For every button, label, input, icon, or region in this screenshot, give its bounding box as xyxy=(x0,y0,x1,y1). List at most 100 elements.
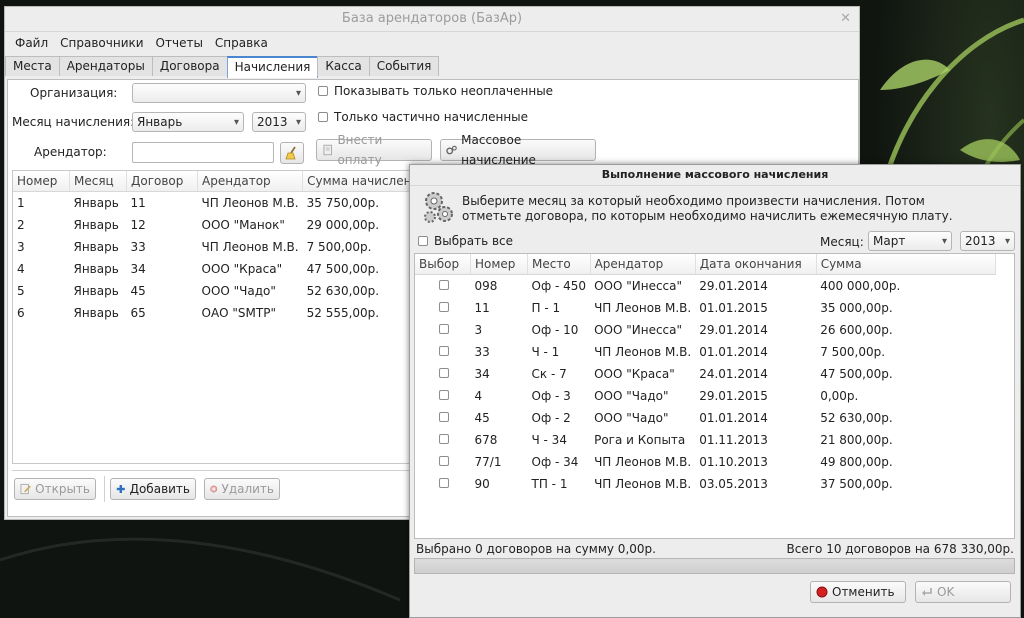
table-cell: 01.01.2014 xyxy=(699,345,768,359)
month-label: Месяц начисления: xyxy=(12,115,135,129)
column-header-contract[interactable]: Договор xyxy=(126,171,198,192)
table-row[interactable]: 33 Ч - 1 ЧП Леонов М.В. 01.01.2014 7 500,00р… xyxy=(415,341,995,363)
table-cell: П - 1 xyxy=(531,301,561,315)
column-header-tenant[interactable]: Арендатор xyxy=(197,171,304,192)
table-row[interactable]: 4 Январь 34 ООО "Краса" 47 500,00р. xyxy=(13,258,472,280)
progress-bar xyxy=(414,558,1015,574)
cancel-button[interactable]: Отменить xyxy=(810,581,906,603)
table-row[interactable]: 5 Январь 45 ООО "Чадо" 52 630,00р. xyxy=(13,280,472,302)
menu-references[interactable]: Справочники xyxy=(60,36,143,50)
table-cell: 11 xyxy=(130,196,146,210)
dialog-month-combo[interactable]: Март ▾ xyxy=(868,231,952,251)
column-header-number[interactable]: Номер xyxy=(470,254,528,275)
table-row[interactable]: 4 Оф - 3 ООО "Чадо" 29.01.2015 0,00р. xyxy=(415,385,995,407)
open-button[interactable]: Открыть xyxy=(14,478,96,500)
table-row[interactable]: 6 Январь 65 ОАО "SMTP" 52 555,00р. xyxy=(13,302,472,324)
row-checkbox[interactable] xyxy=(439,434,449,444)
month-value: Январь xyxy=(137,115,183,129)
add-button[interactable]: Добавить xyxy=(110,478,196,500)
table-row[interactable]: 11 П - 1 ЧП Леонов М.В. 01.01.2015 35 000,00… xyxy=(415,297,995,319)
dialog-info-line1: Выберите месяц за который необходимо про… xyxy=(462,194,925,208)
checkbox-box[interactable] xyxy=(418,236,428,246)
table-cell: ООО "Инесса" xyxy=(594,279,683,293)
delete-button[interactable]: Удалить xyxy=(204,478,280,500)
main-window-title: База арендаторов (БазАр) xyxy=(341,11,523,26)
table-cell: Оф - 2 xyxy=(531,411,571,425)
row-checkbox[interactable] xyxy=(439,346,449,356)
select-all-checkbox[interactable]: Выбрать все xyxy=(418,234,513,248)
column-header-tenant[interactable]: Арендатор xyxy=(590,254,696,275)
tab-cashbox[interactable]: Касса xyxy=(317,56,370,76)
table-cell: Оф - 10 xyxy=(531,323,579,337)
column-header-number[interactable]: Номер xyxy=(13,171,70,192)
table-row[interactable]: 77/1 Оф - 34 ЧП Леонов М.В. 01.10.2013 49 80… xyxy=(415,451,995,473)
tab-contracts[interactable]: Договора xyxy=(151,56,228,76)
main-window-titlebar[interactable]: База арендаторов (БазАр) ✕ xyxy=(5,7,859,32)
tenant-input[interactable] xyxy=(132,142,274,163)
column-header-end-date[interactable]: Дата окончания xyxy=(695,254,817,275)
column-header-place[interactable]: Место xyxy=(527,254,591,275)
table-cell: 01.01.2014 xyxy=(699,411,768,425)
row-checkbox-cell xyxy=(415,429,471,451)
row-checkbox-cell xyxy=(415,451,471,473)
table-row[interactable]: 34 Ск - 7 ООО "Краса" 24.01.2014 47 500,00р. xyxy=(415,363,995,385)
menu-file[interactable]: Файл xyxy=(15,36,48,50)
table-cell: 2 xyxy=(17,218,25,232)
table-row[interactable]: 098 Оф - 450 ООО "Инесса" 29.01.2014 400 000… xyxy=(415,275,995,298)
row-checkbox[interactable] xyxy=(439,478,449,488)
mass-charge-button[interactable]: Массовое начисление xyxy=(440,133,596,167)
table-row[interactable]: 3 Январь 33 ЧП Леонов М.В. 7 500,00р. xyxy=(13,236,472,258)
make-payment-button[interactable]: Внести оплату xyxy=(316,133,432,167)
table-cell: 34 xyxy=(130,262,146,276)
dialog-title[interactable]: Выполнение массового начисления xyxy=(410,165,1020,186)
menu-reports[interactable]: Отчеты xyxy=(156,36,203,50)
tab-charges[interactable]: Начисления xyxy=(226,56,319,78)
only-unpaid-checkbox[interactable]: Показывать только неоплаченные xyxy=(318,84,553,98)
table-cell: ООО "Краса" xyxy=(594,367,675,381)
tab-places[interactable]: Места xyxy=(5,56,60,76)
table-cell: 6 xyxy=(17,306,25,320)
dialog-year-combo[interactable]: 2013 ▾ xyxy=(960,231,1015,251)
year-combo[interactable]: 2013 ▾ xyxy=(252,112,306,132)
contracts-list: Выбор Номер Место Арендатор Дата окончан… xyxy=(414,253,1015,539)
month-combo[interactable]: Январь ▾ xyxy=(132,112,244,132)
table-cell: ЧП Леонов М.В. xyxy=(594,345,692,359)
column-header-select[interactable]: Выбор xyxy=(415,254,471,275)
table-row[interactable]: 678 Ч - 34 Рога и Копыта 01.11.2013 21 800,0… xyxy=(415,429,995,451)
table-cell: Оф - 34 xyxy=(531,455,579,469)
row-checkbox[interactable] xyxy=(439,280,449,290)
clear-tenant-button[interactable] xyxy=(280,142,304,164)
row-checkbox[interactable] xyxy=(439,412,449,422)
table-row[interactable]: 3 Оф - 10 ООО "Инесса" 29.01.2014 26 600,00р… xyxy=(415,319,995,341)
checkbox-box[interactable] xyxy=(318,112,328,122)
row-checkbox[interactable] xyxy=(439,390,449,400)
tab-events[interactable]: События xyxy=(368,56,440,76)
table-row[interactable]: 45 Оф - 2 ООО "Чадо" 01.01.2014 52 630,00р. xyxy=(415,407,995,429)
ok-button[interactable]: OK xyxy=(915,581,1011,603)
table-cell: 3 xyxy=(474,323,483,337)
table-row[interactable]: 90 ТП - 1 ЧП Леонов М.В. 03.05.2013 37 500,0… xyxy=(415,473,995,495)
table-cell: ООО "Манок" xyxy=(201,218,285,232)
organization-combo[interactable]: ▾ xyxy=(132,83,306,103)
table-cell: Оф - 450 xyxy=(531,279,587,293)
menu-help[interactable]: Справка xyxy=(215,36,268,50)
table-cell: ЧП Леонов М.В. xyxy=(594,455,692,469)
row-checkbox[interactable] xyxy=(439,324,449,334)
close-icon[interactable]: ✕ xyxy=(840,7,851,31)
gears-icon xyxy=(446,145,457,155)
dialog-info: Выберите месяц за который необходимо про… xyxy=(462,194,953,224)
row-checkbox[interactable] xyxy=(439,302,449,312)
table-cell: Январь xyxy=(73,196,119,210)
row-checkbox[interactable] xyxy=(439,456,449,466)
column-header-amount[interactable]: Сумма xyxy=(816,254,996,275)
table-header-row: Номер Месяц Договор Арендатор Сумма начи… xyxy=(13,171,473,192)
only-partial-checkbox[interactable]: Только частично начисленные xyxy=(318,110,528,124)
contracts-table: Выбор Номер Место Арендатор Дата окончан… xyxy=(415,254,996,495)
table-row[interactable]: 1 Январь 11 ЧП Леонов М.В. 35 750,00р. xyxy=(13,192,472,215)
table-cell: 24.01.2014 xyxy=(699,367,768,381)
row-checkbox[interactable] xyxy=(439,368,449,378)
checkbox-box[interactable] xyxy=(318,86,328,96)
column-header-month[interactable]: Месяц xyxy=(69,171,127,192)
tab-tenants[interactable]: Арендаторы xyxy=(58,56,153,76)
table-row[interactable]: 2 Январь 12 ООО "Манок" 29 000,00р. xyxy=(13,214,472,236)
